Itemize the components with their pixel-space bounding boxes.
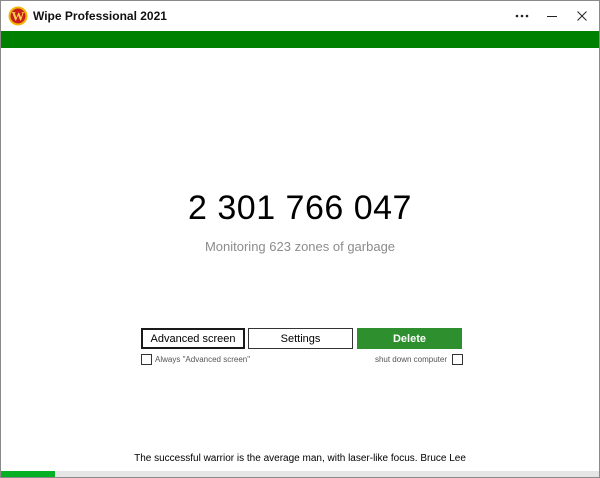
advanced-screen-button[interactable]: Advanced screen	[141, 328, 245, 349]
app-logo-icon: W	[8, 6, 28, 26]
monitoring-status: Monitoring 623 zones of garbage	[204, 239, 396, 254]
window-title: Wipe Professional 2021	[33, 9, 167, 23]
app-window: W Wipe Professional 2021 2 301 766 047 M…	[0, 0, 600, 478]
minimize-button[interactable]	[536, 1, 568, 31]
shutdown-label[interactable]: shut down computer	[345, 354, 447, 365]
close-icon	[577, 11, 587, 21]
always-advanced-checkbox[interactable]	[141, 354, 152, 365]
title-bar[interactable]: W Wipe Professional 2021	[1, 1, 599, 31]
logo-letter: W	[12, 9, 25, 24]
garbage-counter: 2 301 766 047	[188, 189, 412, 227]
close-button[interactable]	[566, 1, 598, 31]
quote-text: The successful warrior is the average ma…	[134, 453, 466, 464]
delete-button[interactable]: Delete	[357, 328, 462, 349]
settings-button[interactable]: Settings	[248, 328, 353, 349]
more-options-button[interactable]	[506, 1, 538, 31]
progress-fill	[1, 471, 55, 477]
more-icon	[515, 14, 529, 18]
shutdown-checkbox[interactable]	[452, 354, 463, 365]
minimize-icon	[547, 16, 557, 17]
header-bar	[1, 31, 599, 48]
always-advanced-label[interactable]: Always "Advanced screen"	[155, 354, 250, 365]
progress-bar	[1, 471, 599, 477]
